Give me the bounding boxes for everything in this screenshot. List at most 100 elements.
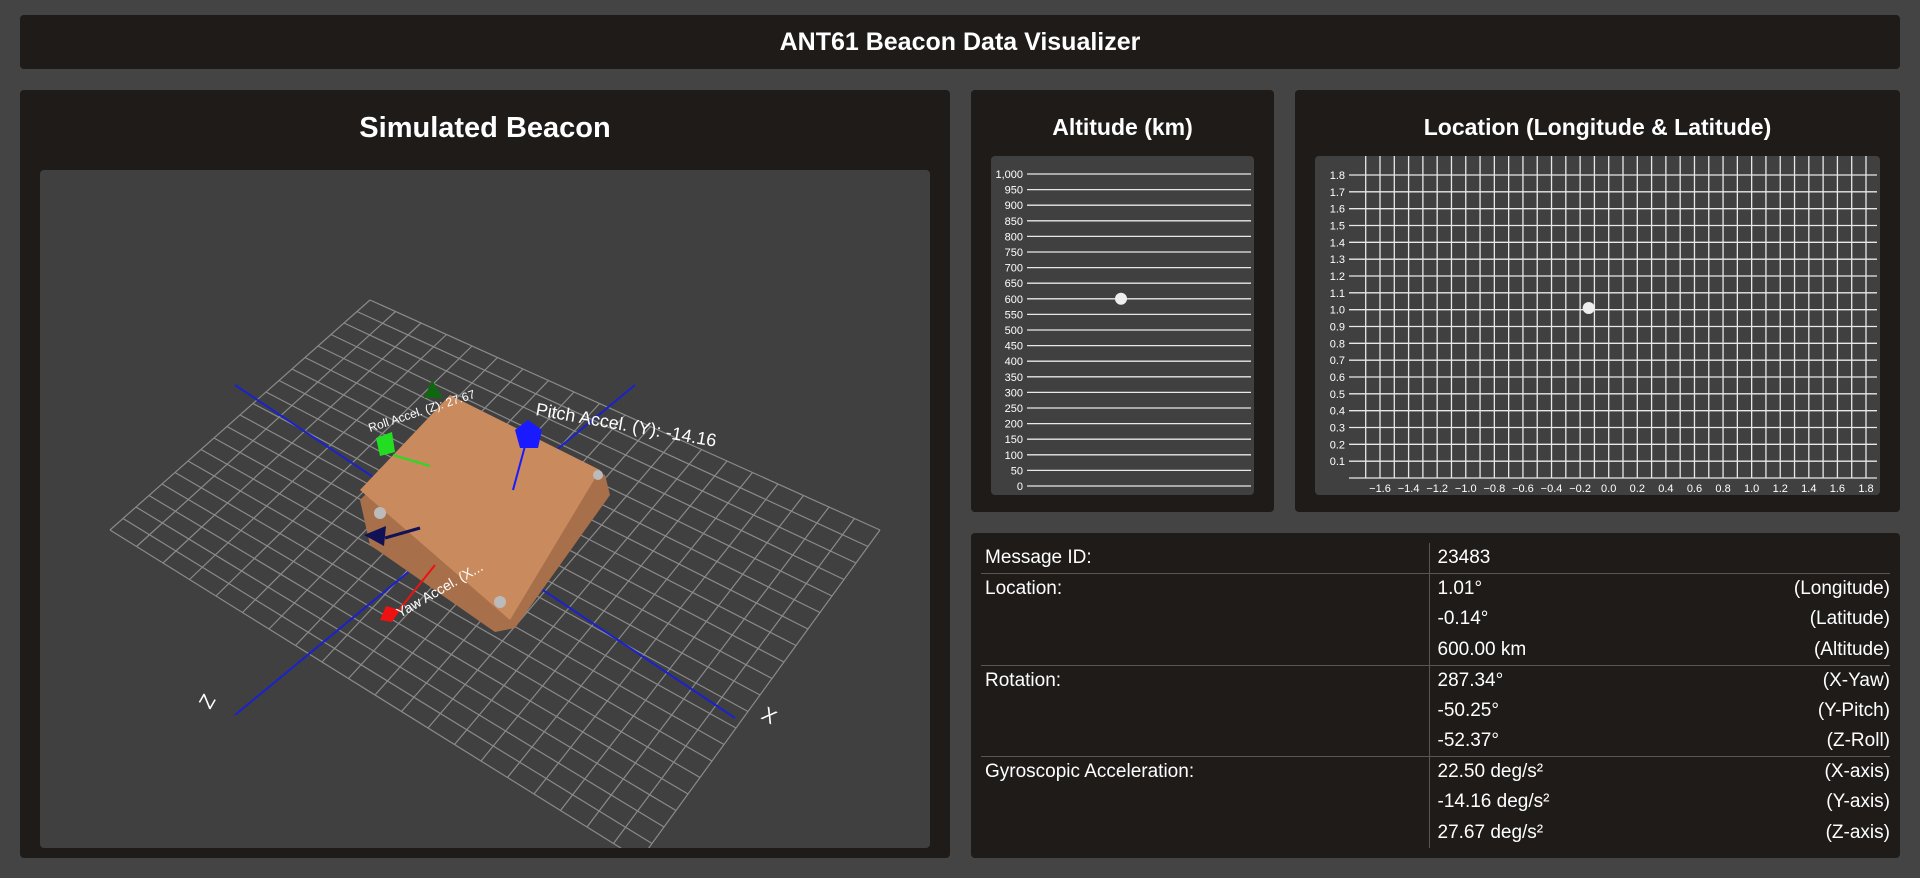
y-tick-label: 700	[1005, 263, 1023, 275]
latitude-unit: (Latitude)	[1809, 608, 1890, 630]
gyro-x-unit: (X-axis)	[1684, 756, 1890, 787]
x-tick-label: 0.4	[1658, 483, 1673, 495]
x-tick-label: 1.6	[1830, 483, 1845, 495]
y-tick-label: 0.1	[1330, 456, 1345, 468]
location-point	[1582, 301, 1595, 314]
y-tick-label: 1.5	[1330, 221, 1345, 233]
y-tick-label: 600	[1005, 294, 1023, 306]
yaw-value: 287.34°	[1429, 664, 1685, 696]
gyro-z-unit: (Z-axis)	[1825, 821, 1890, 843]
device-screw	[593, 470, 603, 480]
y-tick-label: 1.4	[1330, 237, 1345, 249]
y-tick-label: 1.3	[1330, 254, 1345, 266]
x-tick-label: −1.2	[1426, 483, 1448, 495]
altitude-value: 600.00 km	[1437, 638, 1527, 660]
y-tick-label: 1.7	[1330, 187, 1345, 199]
y-tick-label: 0.5	[1330, 389, 1345, 401]
y-tick-label: 0.4	[1330, 406, 1345, 418]
y-tick-label: 0.7	[1330, 355, 1345, 367]
y-tick-label: 1,000	[995, 169, 1023, 181]
table-row: 600.00 km (Altitude)	[981, 634, 1890, 665]
y-tick-label: 1.8	[1330, 170, 1345, 182]
x-tick-label: 0.6	[1687, 483, 1702, 495]
roll-unit: (Z-Roll)	[1826, 730, 1890, 751]
beacon-3d-viewport[interactable]: X Z Pitch Accel. (Y): -14.16 Roll Accel.…	[40, 170, 930, 848]
beacon-title: Simulated Beacon	[359, 112, 611, 144]
y-tick-label: 0.8	[1330, 338, 1345, 350]
roll-value: -52.37°	[1437, 730, 1499, 751]
x-tick-label: 1.0	[1744, 483, 1759, 495]
y-tick-label: 550	[1005, 309, 1023, 321]
device-screw	[374, 507, 386, 519]
location-chart-title: Location (Longitude & Latitude)	[1423, 114, 1772, 140]
table-row: Gyroscopic Acceleration: 22.50 deg/s² (X…	[981, 756, 1890, 787]
device-top	[360, 395, 600, 620]
x-tick-label: −1.0	[1455, 483, 1477, 495]
y-tick-label: 0.6	[1330, 372, 1345, 384]
yaw-unit: (X-Yaw)	[1684, 664, 1890, 696]
x-axis-label: X	[758, 703, 781, 729]
x-tick-label: 0.8	[1715, 483, 1730, 495]
altitude-chart-title: Altitude (km)	[1052, 114, 1193, 140]
y-tick-label: 150	[1005, 434, 1023, 446]
y-tick-label: 0.3	[1330, 423, 1345, 435]
grid-line	[647, 529, 881, 848]
y-tick-label: 200	[1005, 419, 1023, 431]
location-label: Location:	[981, 573, 1430, 604]
title-bar: ANT61 Beacon Data Visualizer	[20, 15, 1900, 69]
y-tick-label: 900	[1005, 200, 1023, 212]
y-tick-label: 1.0	[1330, 305, 1345, 317]
table-row: -52.37° (Z-Roll)	[981, 726, 1890, 757]
longitude-unit: (Longitude)	[1684, 573, 1890, 604]
beacon-panel: Simulated Beacon X Z Pitch Accel. (Y): -…	[20, 90, 950, 858]
message-id-label: Message ID:	[981, 543, 1430, 574]
gyro-y-value: -14.16 deg/s²	[1437, 791, 1550, 813]
y-tick-label: 350	[1005, 372, 1023, 384]
y-tick-label: 300	[1005, 387, 1023, 399]
message-id-value: 23483	[1437, 547, 1491, 568]
z-axis-label: Z	[195, 691, 220, 713]
table-row: -14.16 deg/s² (Y-axis)	[981, 787, 1890, 818]
x-tick-label: −0.6	[1512, 483, 1534, 495]
x-tick-label: −0.2	[1569, 483, 1591, 495]
y-tick-label: 1.2	[1330, 271, 1345, 283]
y-tick-label: 750	[1005, 247, 1023, 259]
x-tick-label: −0.8	[1483, 483, 1505, 495]
gyro-label: Gyroscopic Acceleration:	[981, 756, 1430, 787]
gyro-z-value: 27.67 deg/s²	[1437, 821, 1544, 843]
y-tick-label: 0.9	[1330, 322, 1345, 334]
y-tick-label: 500	[1005, 325, 1023, 337]
x-tick-label: 1.4	[1801, 483, 1816, 495]
grid-line	[613, 518, 855, 844]
y-tick-label: 1.6	[1330, 204, 1345, 216]
x-tick-label: 1.8	[1858, 483, 1873, 495]
y-tick-label: 850	[1005, 216, 1023, 228]
latitude-value: -0.14°	[1437, 608, 1489, 630]
y-tick-label: 450	[1005, 341, 1023, 353]
y-tick-label: 400	[1005, 356, 1023, 368]
telemetry-table: Message ID: 23483 Location: 1.01° (Longi…	[981, 543, 1890, 848]
y-tick-label: 50	[1011, 465, 1023, 477]
location-plot: 1.8 1.7 1.6 1.5 1.4 1.3 1.2 1.1 1.0 0.9 0.8 0.7 0.6 0…	[1330, 156, 1877, 495]
telemetry-panel: Message ID: 23483 Location: 1.01° (Longi…	[971, 533, 1900, 858]
x-tick-label: −0.4	[1541, 483, 1563, 495]
y-tick-label: 1.1	[1330, 288, 1345, 300]
x-tick-label: −1.4	[1398, 483, 1420, 495]
y-tick-label: 0	[1017, 481, 1023, 493]
y-tick-label: 100	[1005, 450, 1023, 462]
table-row: 27.67 deg/s² (Z-axis)	[981, 817, 1890, 848]
table-row: -0.14° (Latitude)	[981, 604, 1890, 635]
rotation-label: Rotation:	[981, 664, 1430, 696]
y-tick-label: 250	[1005, 403, 1023, 415]
y-tick-label: 0.2	[1330, 439, 1345, 451]
x-tick-label: 1.2	[1773, 483, 1788, 495]
beacon-scene: X Z Pitch Accel. (Y): -14.16 Roll Accel.…	[109, 299, 881, 848]
table-row: Message ID: 23483	[981, 543, 1890, 574]
altitude-unit: (Altitude)	[1813, 638, 1890, 660]
x-tick-label: 0.2	[1630, 483, 1645, 495]
pitch-unit: (Y-Pitch)	[1817, 699, 1890, 721]
altitude-chart: 1,000 950 900 850 800 750 700 650 600 550 500 450 40…	[991, 156, 1254, 495]
table-row: Location: 1.01° (Longitude)	[981, 573, 1890, 604]
x-tick-label: 0.0	[1601, 483, 1616, 495]
table-row: Rotation: 287.34° (X-Yaw)	[981, 664, 1890, 696]
